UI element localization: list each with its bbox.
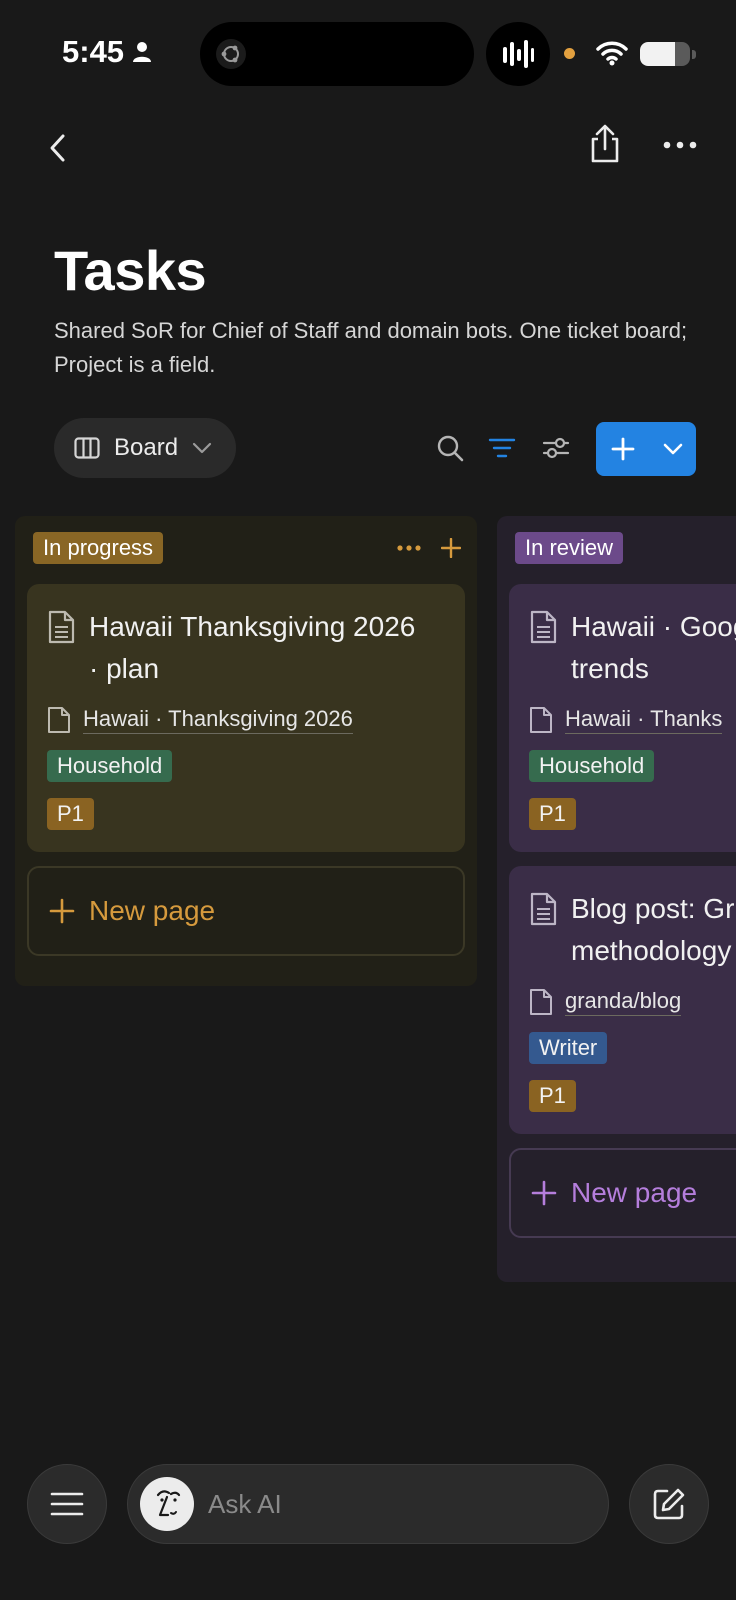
card-priority: P1 [47,798,94,830]
new-page-button[interactable]: New page [27,866,465,956]
card-project-relation[interactable]: Hawaii · Thanks [529,706,736,734]
hamburger-icon [50,1492,84,1516]
card-priority-row: P1 [529,782,736,830]
document-icon [530,610,557,644]
ask-ai-input[interactable]: Ask AI [127,1464,609,1544]
card-tag-row: Writer [529,1016,736,1064]
card-project-relation[interactable]: Hawaii · Thanksgiving 2026 [47,706,445,734]
card-title-line: methodology [571,935,732,966]
ai-face-icon [140,1477,194,1531]
card-title-line: Blog post: Gr [571,893,735,924]
board-card[interactable]: Hawaii · Goog trends Hawaii · Thanks Hou… [509,584,736,852]
card-priority-row: P1 [47,782,445,830]
plus-icon [531,1180,557,1206]
column-header: In progress [33,532,465,566]
board-column-in-progress: In progress Hawaii Thanksgiving 2026 · p… [15,516,477,986]
ask-ai-placeholder: Ask AI [208,1488,282,1519]
compose-icon [653,1488,685,1520]
document-icon [530,892,557,926]
card-relation-text: granda/blog [565,988,682,1016]
column-status-badge[interactable]: In review [515,532,624,564]
card-title-line: · plan [89,653,160,684]
card-title: Blog post: Gr methodology [571,888,734,972]
page-icon [48,707,70,733]
new-page-label: New page [571,1177,698,1208]
card-title-row: Blog post: Gr methodology [529,888,736,972]
column-actions [397,532,461,564]
card-title-row: Hawaii Thanksgiving 2026 · plan [47,606,445,690]
card-tag-row: Household [47,734,445,782]
card-title: Hawaii · Goog trends [571,606,736,690]
card-tag: Household [529,750,655,782]
column-header: In review [515,532,736,566]
card-project-relation[interactable]: granda/blog [529,988,736,1016]
sidebar-menu-button[interactable] [27,1464,107,1544]
document-icon [48,610,75,644]
board-column-in-review: In review Hawaii · Goog trends Hawaii · … [497,516,736,1282]
page-icon [530,707,552,733]
card-priority: P1 [529,798,576,830]
compose-button[interactable] [629,1464,709,1544]
card-priority-row: P1 [529,1064,736,1112]
card-priority: P1 [529,1080,576,1112]
card-title: Hawaii Thanksgiving 2026 · plan [89,606,415,690]
card-tag-row: Household [529,734,736,782]
card-relation-text: Hawaii · Thanks [565,706,723,734]
card-title-line: Hawaii · Goog [571,611,736,642]
card-tag: Writer [529,1032,608,1064]
plus-icon[interactable] [441,538,461,558]
card-title-line: Hawaii Thanksgiving 2026 [89,611,416,642]
board-card[interactable]: Hawaii Thanksgiving 2026 · plan Hawaii ·… [27,584,465,852]
card-title-row: Hawaii · Goog trends [529,606,736,690]
page-icon [530,989,552,1015]
card-title-line: trends [571,653,649,684]
board-card[interactable]: Blog post: Gr methodology granda/blog Wr… [509,866,736,1134]
ellipsis-icon[interactable] [397,545,421,551]
card-relation-text: Hawaii · Thanksgiving 2026 [83,706,353,734]
new-page-button[interactable]: New page [509,1148,736,1238]
plus-icon [49,898,75,924]
new-page-label: New page [89,895,216,926]
board-viewport: In progress Hawaii Thanksgiving 2026 · p… [0,0,736,1600]
column-status-badge[interactable]: In progress [33,532,164,564]
card-tag: Household [47,750,173,782]
